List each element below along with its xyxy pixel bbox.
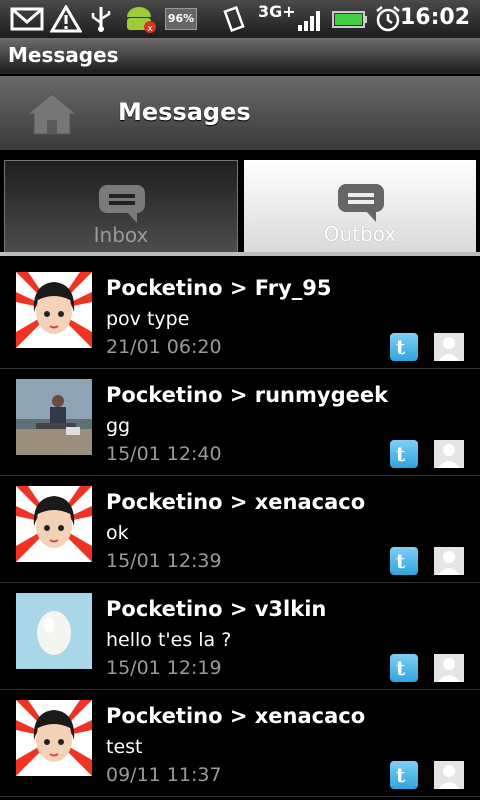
warning-icon (50, 5, 82, 33)
clock: 16:02 (399, 5, 470, 30)
twitter-icon: t (390, 654, 418, 682)
android-debug-icon: x (127, 7, 156, 33)
photo-avatar (16, 379, 92, 455)
tab-inbox[interactable]: Inbox (4, 160, 238, 253)
anime-girl-avatar (16, 272, 92, 348)
usb-icon (91, 7, 111, 32)
message-title: Pocketino > v3lkin (106, 597, 327, 621)
user-icon (434, 333, 464, 361)
twitter-icon: t (390, 547, 418, 575)
battery-icon (332, 11, 367, 28)
tab-outbox-label: Outbox (323, 222, 397, 246)
twitter-icon: t (390, 333, 418, 361)
speech-bubble-icon (99, 185, 145, 223)
message-text: gg (106, 415, 131, 437)
twitter-icon: t (390, 440, 418, 468)
message-date: 09/11 11:37 (106, 764, 222, 786)
message-title: Pocketino > xenacaco (106, 704, 366, 728)
battery-percent-icon: 96% (165, 8, 197, 30)
app-title-bar: Messages (0, 38, 480, 75)
twitter-icon: t (390, 761, 418, 789)
tab-underline (0, 252, 480, 256)
list-item[interactable]: Pocketino > runmygeek gg 15/01 12:40 t (0, 369, 480, 476)
svg-text:x: x (147, 24, 153, 33)
message-text: pov type (106, 308, 190, 330)
user-icon (434, 654, 464, 682)
screen-title: Messages (118, 98, 251, 126)
alarm-icon (376, 6, 400, 32)
status-bar: x 96% 3G+ 16:02 (0, 0, 480, 39)
user-icon (434, 440, 464, 468)
message-date: 21/01 06:20 (106, 336, 222, 358)
tab-outbox[interactable]: Outbox (244, 160, 476, 252)
tab-bar: Inbox Outbox (0, 160, 480, 253)
message-date: 15/01 12:39 (106, 550, 222, 572)
anime-girl-avatar (16, 700, 92, 776)
message-title: Pocketino > Fry_95 (106, 276, 332, 300)
message-date: 15/01 12:19 (106, 657, 222, 679)
message-text: ok (106, 522, 129, 544)
message-list: Pocketino > Fry_95 pov type 21/01 06:20 … (0, 262, 480, 797)
list-item[interactable]: Pocketino > Fry_95 pov type 21/01 06:20 … (0, 262, 480, 369)
signal-icon (298, 11, 320, 31)
egg-avatar (16, 593, 92, 669)
message-text: hello t'es la ? (106, 629, 232, 651)
user-icon (434, 547, 464, 575)
list-item[interactable]: Pocketino > xenacaco ok 15/01 12:39 t (0, 476, 480, 583)
app-title: Messages (8, 43, 119, 67)
message-title: Pocketino > xenacaco (106, 490, 366, 514)
home-icon[interactable] (26, 92, 78, 136)
message-text: test (106, 736, 143, 758)
tab-inbox-label: Inbox (93, 223, 149, 247)
list-item[interactable]: Pocketino > v3lkin hello t'es la ? 15/01… (0, 583, 480, 690)
anime-girl-avatar (16, 486, 92, 562)
speech-bubble-icon (338, 184, 384, 222)
screen-header: Messages (0, 76, 480, 150)
message-title: Pocketino > runmygeek (106, 383, 389, 407)
list-item[interactable]: Pocketino > xenacaco test 09/11 11:37 t (0, 690, 480, 797)
gmail-icon (10, 7, 44, 31)
user-icon (434, 761, 464, 789)
message-date: 15/01 12:40 (106, 443, 222, 465)
vibrate-icon (223, 5, 245, 33)
network-type-label: 3G+ (258, 2, 296, 21)
